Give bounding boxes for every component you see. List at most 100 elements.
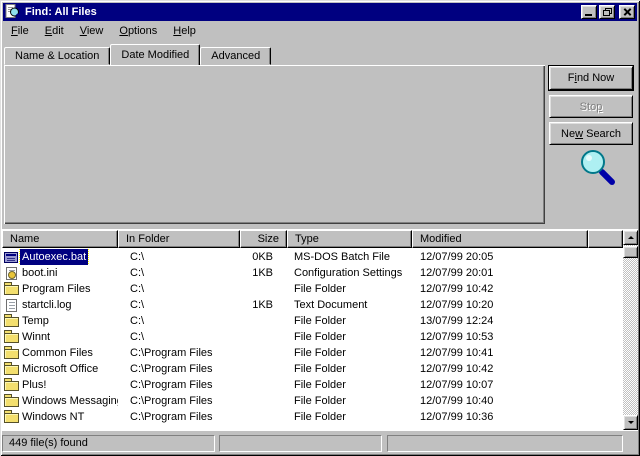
text-document-icon xyxy=(6,299,17,312)
scroll-up-icon xyxy=(628,236,634,239)
configuration-settings-icon xyxy=(6,267,17,280)
date-modified-panel xyxy=(4,65,545,224)
column-header-modified[interactable]: Modified xyxy=(412,230,588,248)
new-search-button[interactable]: New Search xyxy=(549,122,633,145)
file-modified: 12/07/99 10:07 xyxy=(412,377,588,393)
column-header-type[interactable]: Type xyxy=(287,230,412,248)
find-now-button[interactable]: Find Now xyxy=(549,66,633,90)
folder-icon xyxy=(4,333,19,343)
menu-edit[interactable]: Edit xyxy=(37,23,72,39)
file-in-folder: C:\Program Files xyxy=(118,409,240,425)
file-modified: 12/07/99 20:05 xyxy=(412,249,588,265)
file-type: File Folder xyxy=(287,281,412,297)
find-all-files-window: Find: All Files File Edit View Options H… xyxy=(0,0,640,456)
column-header-size[interactable]: Size xyxy=(240,230,287,248)
results-list: Name In Folder Size Type Modified Autoex… xyxy=(2,229,638,431)
menubar: File Edit View Options Help xyxy=(3,21,637,40)
scrollbar-thumb[interactable] xyxy=(623,246,638,258)
file-modified: 12/07/99 20:01 xyxy=(412,265,588,281)
file-in-folder: C:\ xyxy=(118,265,240,281)
tab-advanced[interactable]: Advanced xyxy=(200,47,271,65)
scroll-up-button[interactable] xyxy=(623,230,638,245)
file-name: startcli.log xyxy=(20,297,74,313)
folder-icon xyxy=(4,365,19,375)
file-row[interactable]: Windows NT C:\Program Files File Folder … xyxy=(2,409,622,425)
tabstrip: Name & Location Date Modified Advanced xyxy=(4,44,271,65)
file-type: File Folder xyxy=(287,377,412,393)
file-type: Configuration Settings xyxy=(287,265,412,281)
column-header-in-folder[interactable]: In Folder xyxy=(118,230,240,248)
file-in-folder: C:\Program Files xyxy=(118,361,240,377)
file-in-folder: C:\ xyxy=(118,297,240,313)
file-name: Program Files xyxy=(20,281,92,297)
vertical-scrollbar[interactable] xyxy=(623,230,638,430)
file-name: Windows Messaging xyxy=(20,393,118,409)
file-modified: 12/07/99 10:53 xyxy=(412,329,588,345)
file-row[interactable]: Plus! C:\Program Files File Folder 12/07… xyxy=(2,377,622,393)
file-type: File Folder xyxy=(287,393,412,409)
status-files-found: 449 file(s) found xyxy=(2,435,215,452)
minimize-button[interactable] xyxy=(581,5,597,19)
file-modified: 12/07/99 10:42 xyxy=(412,361,588,377)
statusbar: 449 file(s) found xyxy=(2,432,638,454)
menu-file[interactable]: File xyxy=(3,23,37,39)
file-in-folder: C:\ xyxy=(118,313,240,329)
file-modified: 12/07/99 10:41 xyxy=(412,345,588,361)
file-size: 0KB xyxy=(240,249,287,265)
file-type: Text Document xyxy=(287,297,412,313)
file-type: File Folder xyxy=(287,361,412,377)
restore-button[interactable] xyxy=(599,5,615,19)
folder-icon xyxy=(4,397,19,407)
window-title: Find: All Files xyxy=(25,6,579,18)
folder-icon xyxy=(4,349,19,359)
file-row[interactable]: Microsoft Office C:\Program Files File F… xyxy=(2,361,622,377)
close-button[interactable] xyxy=(619,5,635,19)
file-type: File Folder xyxy=(287,409,412,425)
ms-dos-batch-icon xyxy=(4,252,18,263)
file-in-folder: C:\Program Files xyxy=(118,345,240,361)
file-modified: 12/07/99 10:20 xyxy=(412,297,588,313)
file-row[interactable]: Windows Messaging C:\Program Files File … xyxy=(2,393,622,409)
file-row[interactable]: Temp C:\ File Folder 13/07/99 12:24 xyxy=(2,313,622,329)
menu-view[interactable]: View xyxy=(72,23,112,39)
status-panel-3 xyxy=(387,435,623,452)
file-type: File Folder xyxy=(287,313,412,329)
file-row[interactable]: Winnt C:\ File Folder 12/07/99 10:53 xyxy=(2,329,622,345)
file-type: File Folder xyxy=(287,345,412,361)
file-type: MS-DOS Batch File xyxy=(287,249,412,265)
magnifier-icon xyxy=(578,148,618,188)
close-icon xyxy=(623,8,632,16)
file-in-folder: C:\Program Files xyxy=(118,393,240,409)
folder-icon xyxy=(4,381,19,391)
scroll-down-icon xyxy=(628,421,634,424)
file-name: Temp xyxy=(20,313,51,329)
tab-date-modified[interactable]: Date Modified xyxy=(110,44,200,65)
menu-help[interactable]: Help xyxy=(165,23,204,39)
file-row[interactable]: Autoexec.bat C:\ 0KB MS-DOS Batch File 1… xyxy=(2,249,622,265)
file-size: 1KB xyxy=(240,265,287,281)
file-modified: 13/07/99 12:24 xyxy=(412,313,588,329)
file-type: File Folder xyxy=(287,329,412,345)
folder-icon xyxy=(4,413,19,423)
file-in-folder: C:\Program Files xyxy=(118,377,240,393)
file-name: boot.ini xyxy=(20,265,59,281)
file-name: Winnt xyxy=(20,329,52,345)
file-name: Windows NT xyxy=(20,409,86,425)
file-name: Plus! xyxy=(20,377,48,393)
folder-icon xyxy=(4,317,19,327)
find-app-icon xyxy=(5,4,21,20)
file-size: 1KB xyxy=(240,297,287,313)
file-row[interactable]: boot.ini C:\ 1KB Configuration Settings … xyxy=(2,265,622,281)
titlebar[interactable]: Find: All Files xyxy=(3,3,637,21)
file-row[interactable]: Program Files C:\ File Folder 12/07/99 1… xyxy=(2,281,622,297)
tab-name-location[interactable]: Name & Location xyxy=(4,47,110,65)
folder-icon xyxy=(4,285,19,295)
minimize-icon xyxy=(585,14,592,16)
column-header-name[interactable]: Name xyxy=(2,230,118,248)
scroll-down-button[interactable] xyxy=(623,415,638,430)
stop-button: Stop xyxy=(549,95,633,118)
menu-options[interactable]: Options xyxy=(111,23,165,39)
file-row[interactable]: startcli.log C:\ 1KB Text Document 12/07… xyxy=(2,297,622,313)
file-row[interactable]: Common Files C:\Program Files File Folde… xyxy=(2,345,622,361)
status-panel-2 xyxy=(219,435,382,452)
